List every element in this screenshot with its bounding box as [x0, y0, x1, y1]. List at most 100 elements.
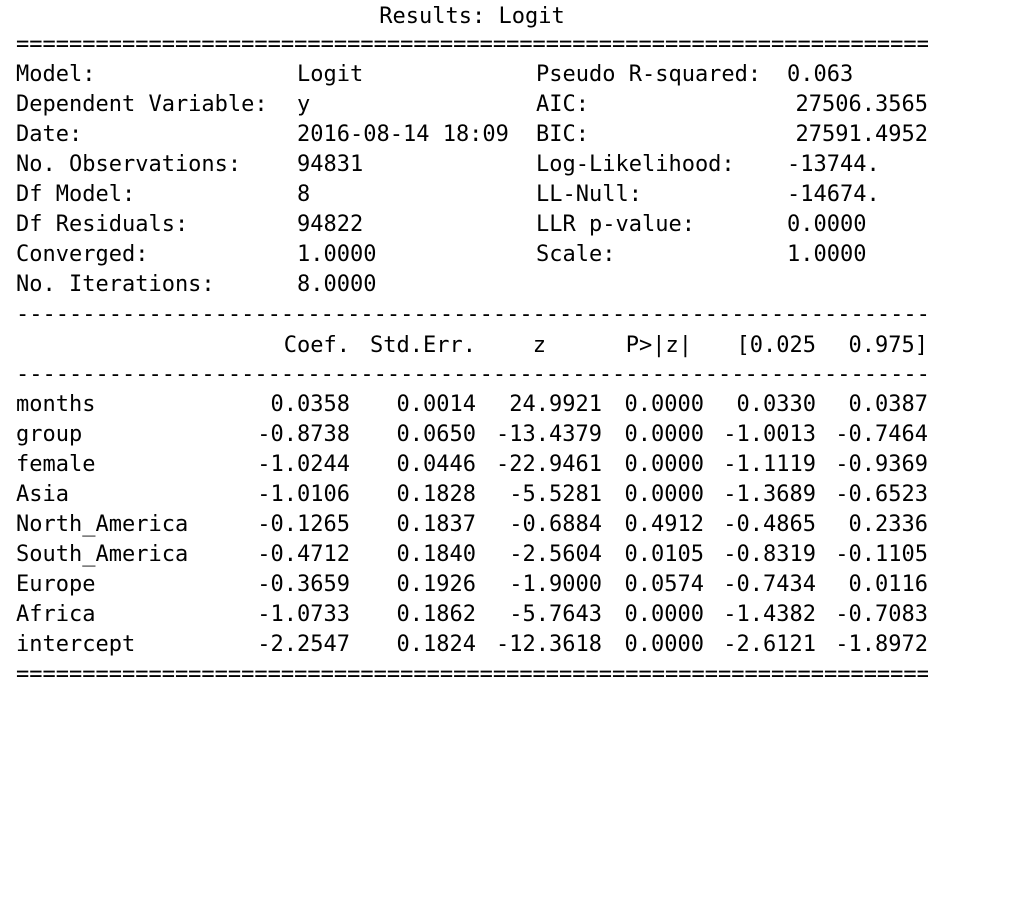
table-row: intercept -2.2547 0.1824 -12.3618 0.0000… [16, 630, 936, 660]
column-header: P>|z| [625, 333, 692, 358]
ci-upper-value: -0.7083 [835, 602, 928, 627]
z-value: -5.5281 [509, 482, 602, 507]
z-value: -22.9461 [496, 452, 602, 477]
summary-row: Model: Logit Pseudo R-squared: 0.063 [16, 60, 936, 90]
coef-value: -2.2547 [257, 632, 350, 657]
std-err-value: 0.1862 [396, 602, 476, 627]
summary-label: Log-Likelihood: [536, 152, 735, 177]
p-value: 0.0574 [624, 572, 704, 597]
summary-value: 0.063 [787, 62, 854, 87]
coef-value: 0.0358 [270, 392, 350, 417]
ci-upper-value: -0.9369 [835, 452, 928, 477]
coef-value: -0.3659 [257, 572, 350, 597]
coef-value: -0.8738 [257, 422, 350, 447]
summary-row: Converged: 1.0000 Scale: 1.0000 [16, 240, 936, 270]
summary-value: 8 [297, 182, 311, 207]
table-row: Europe -0.3659 0.1926 -1.9000 0.0574 -0.… [16, 570, 936, 600]
p-value: 0.0105 [624, 542, 704, 567]
column-header: Coef. [283, 333, 350, 358]
double-rule-bottom: ========================================… [16, 664, 928, 686]
summary-label: LL-Null: [536, 182, 642, 207]
std-err-value: 0.0446 [396, 452, 476, 477]
summary-value: Logit [297, 62, 364, 87]
column-header: [0.025 [736, 333, 816, 358]
std-err-value: 0.0014 [396, 392, 476, 417]
variable-name: Africa [16, 602, 96, 627]
p-value: 0.4912 [624, 512, 704, 537]
variable-name: Asia [16, 482, 69, 507]
summary-value: 94822 [297, 212, 364, 237]
summary-row: Dependent Variable: y AIC: 27506.3565 [16, 90, 936, 120]
variable-name: female [16, 452, 96, 477]
summary-label: LLR p-value: [536, 212, 695, 237]
table-row: South_America -0.4712 0.1840 -2.5604 0.0… [16, 540, 936, 570]
p-value: 0.0000 [624, 482, 704, 507]
ci-lower-value: -0.7434 [723, 572, 816, 597]
summary-row: Df Residuals: 94822 LLR p-value: 0.0000 [16, 210, 936, 240]
summary-label: Converged: [16, 242, 149, 267]
ci-upper-value: -0.6523 [835, 482, 928, 507]
single-rule-header: ----------------------------------------… [16, 364, 928, 386]
std-err-value: 0.1837 [396, 512, 476, 537]
z-value: 24.9921 [509, 392, 602, 417]
z-value: -13.4379 [496, 422, 602, 447]
z-value: -12.3618 [496, 632, 602, 657]
coef-value: -1.0733 [257, 602, 350, 627]
ci-lower-value: 0.0330 [736, 392, 816, 417]
summary-value: 1.0000 [787, 242, 867, 267]
summary-label: No. Iterations: [16, 272, 215, 297]
summary-value: 94831 [297, 152, 364, 177]
coef-value: -1.0106 [257, 482, 350, 507]
ci-lower-value: -1.3689 [723, 482, 816, 507]
z-value: -2.5604 [509, 542, 602, 567]
summary-row: No. Iterations: 8.0000 [16, 270, 936, 300]
double-rule-top: ========================================… [16, 34, 928, 56]
table-row: North_America -0.1265 0.1837 -0.6884 0.4… [16, 510, 936, 540]
summary-value: 27591.4952 [795, 122, 928, 147]
summary-value: -13744. [787, 152, 880, 177]
ci-lower-value: -1.4382 [723, 602, 816, 627]
variable-name: South_America [16, 542, 189, 567]
summary-label: Model: [16, 62, 96, 87]
z-value: -0.6884 [509, 512, 602, 537]
summary-value: 8.0000 [297, 272, 377, 297]
z-value: -5.7643 [509, 602, 602, 627]
std-err-value: 0.0650 [396, 422, 476, 447]
ci-lower-value: -1.0013 [723, 422, 816, 447]
summary-value: 1.0000 [297, 242, 377, 267]
ci-upper-value: -0.1105 [835, 542, 928, 567]
ci-upper-value: 0.2336 [848, 512, 928, 537]
coef-value: -0.4712 [257, 542, 350, 567]
z-value: -1.9000 [509, 572, 602, 597]
p-value: 0.0000 [624, 602, 704, 627]
summary-value: -14674. [787, 182, 880, 207]
variable-name: intercept [16, 632, 136, 657]
summary-row: Date: 2016-08-14 18:09 BIC: 27591.4952 [16, 120, 936, 150]
summary-row: Df Model: 8 LL-Null: -14674. [16, 180, 936, 210]
p-value: 0.0000 [624, 422, 704, 447]
summary-row: No. Observations: 94831 Log-Likelihood: … [16, 150, 936, 180]
p-value: 0.0000 [624, 392, 704, 417]
table-row: female -1.0244 0.0446 -22.9461 0.0000 -1… [16, 450, 936, 480]
summary-label: BIC: [536, 122, 589, 147]
std-err-value: 0.1828 [396, 482, 476, 507]
table-title: Results: Logit [379, 4, 565, 29]
summary-label: Pseudo R-squared: [536, 62, 762, 87]
variable-name: months [16, 392, 96, 417]
summary-label: Df Model: [16, 182, 136, 207]
summary-label: Df Residuals: [16, 212, 189, 237]
column-header: z [532, 333, 546, 358]
table-row: group -0.8738 0.0650 -13.4379 0.0000 -1.… [16, 420, 936, 450]
ci-upper-value: 0.0116 [848, 572, 928, 597]
variable-name: North_America [16, 512, 189, 537]
summary-label: AIC: [536, 92, 589, 117]
ci-upper-value: 0.0387 [848, 392, 928, 417]
std-err-value: 0.1840 [396, 542, 476, 567]
std-err-value: 0.1926 [396, 572, 476, 597]
std-err-value: 0.1824 [396, 632, 476, 657]
column-header-row: Coef. Std.Err. z P>|z| [0.025 0.975] [16, 331, 936, 361]
p-value: 0.0000 [624, 632, 704, 657]
summary-value: 2016-08-14 18:09 [297, 122, 509, 147]
summary-value: 0.0000 [787, 212, 867, 237]
table-row: Asia -1.0106 0.1828 -5.5281 0.0000 -1.36… [16, 480, 936, 510]
